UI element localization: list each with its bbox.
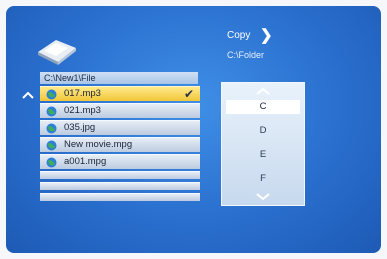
drive-e[interactable]: E	[226, 148, 300, 162]
globe-icon	[46, 89, 57, 100]
scroll-up-icon[interactable]	[22, 90, 34, 100]
empty-row	[40, 193, 200, 201]
file-row-new-movie-mpg[interactable]: New movie.mpg	[40, 137, 200, 152]
folder-icon	[38, 40, 76, 65]
file-row-017-mp3[interactable]: 017.mp3 ✔	[40, 86, 200, 101]
drive-selector: C D E F	[221, 82, 305, 206]
file-list: 017.mp3 ✔ 021.mp3 035.jpg New movie.mpg	[40, 86, 200, 204]
chevron-right-icon[interactable]: ❯	[260, 26, 273, 44]
drive-c[interactable]: C	[226, 100, 300, 114]
empty-row	[40, 182, 200, 190]
file-row-035-jpg[interactable]: 035.jpg	[40, 120, 200, 135]
empty-row	[40, 171, 200, 179]
drive-d[interactable]: D	[226, 124, 300, 138]
copy-action-label[interactable]: Copy	[227, 30, 250, 41]
file-row-021-mp3[interactable]: 021.mp3	[40, 103, 200, 118]
globe-icon	[46, 106, 57, 117]
globe-icon	[46, 157, 57, 168]
arrow-down-icon[interactable]	[256, 193, 270, 201]
arrow-up-icon[interactable]	[256, 87, 270, 95]
file-name: 035.jpg	[64, 122, 96, 133]
media-copy-screen: C:\New1\File 017.mp3 ✔ 021.mp3 035.jpg N…	[6, 6, 381, 253]
file-name: a001.mpg	[64, 156, 107, 167]
file-name: New movie.mpg	[64, 139, 133, 150]
destination-path: C:\Folder	[227, 50, 265, 60]
globe-icon	[46, 140, 57, 151]
file-name: 017.mp3	[64, 88, 101, 99]
drive-f[interactable]: F	[226, 172, 300, 186]
globe-icon	[46, 123, 57, 134]
check-icon: ✔	[183, 87, 194, 101]
file-name: 021.mp3	[64, 105, 101, 116]
file-row-a001-mpg[interactable]: a001.mpg	[40, 154, 200, 169]
current-path: C:\New1\File	[40, 72, 198, 84]
